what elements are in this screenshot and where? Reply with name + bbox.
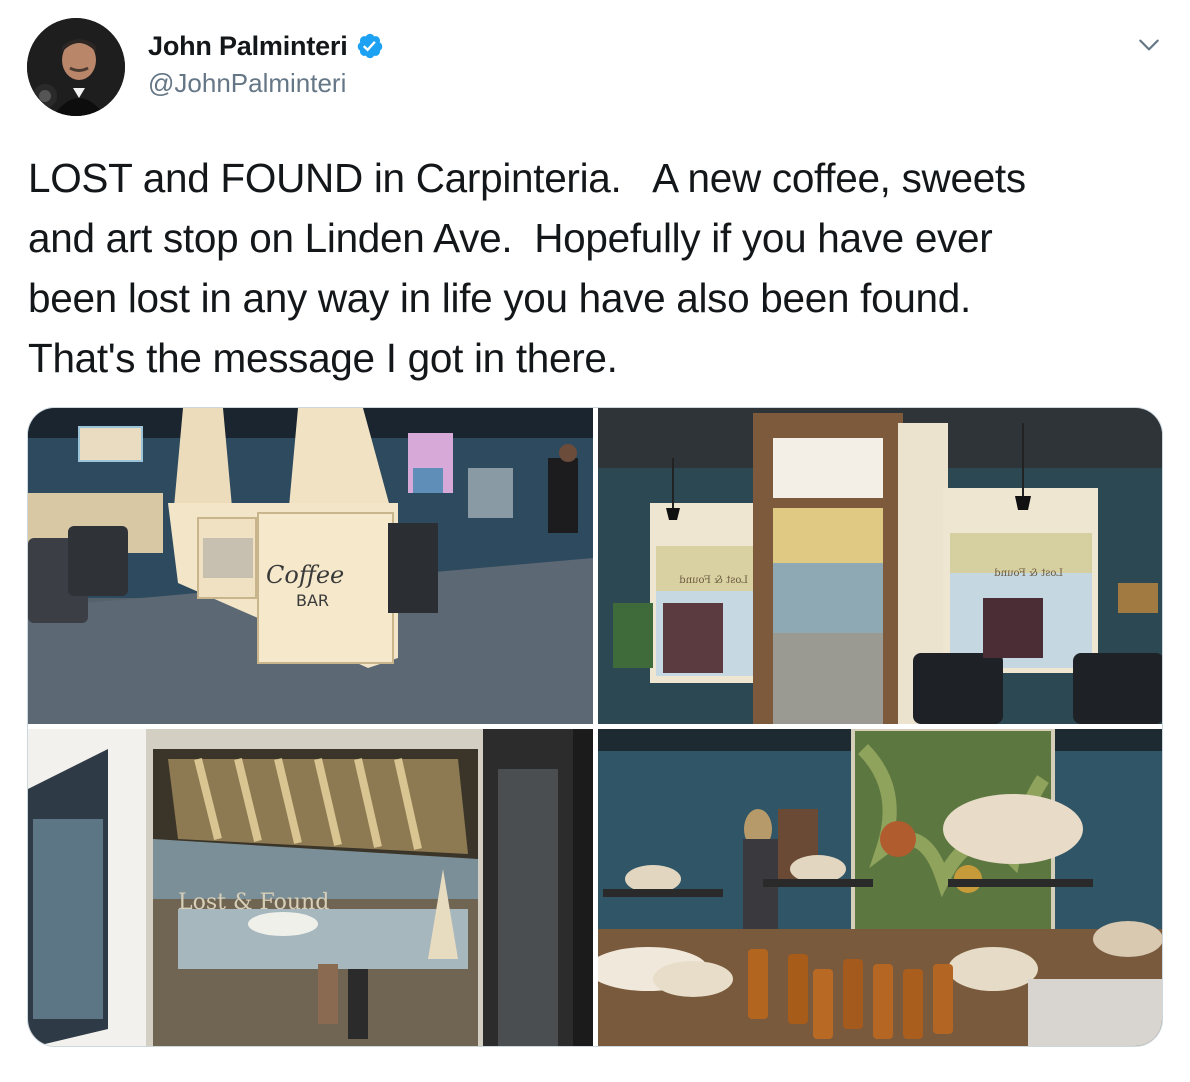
- chevron-down-icon[interactable]: [1132, 28, 1166, 62]
- author-block: John Palminteri @JohnPalminteri: [148, 28, 384, 99]
- coffee-sign-text: Coffee: [266, 561, 344, 589]
- tweet-text-line: That's the message I got in there.: [28, 335, 618, 381]
- window-text-right: Lost & Found: [994, 568, 1063, 579]
- media-grid: Coffee BAR Lost & Found Lost & Found Los…: [27, 407, 1163, 1047]
- author-handle[interactable]: @JohnPalminteri: [148, 68, 384, 99]
- storefront-window-text: Lost & Found: [178, 890, 329, 915]
- window-text-left: Lost & Found: [679, 575, 748, 586]
- tweet-text-line: and art stop on Linden Ave. Hopefully if…: [28, 215, 993, 261]
- author-display-name[interactable]: John Palminteri: [148, 31, 348, 62]
- photo-gallery-shells[interactable]: [598, 729, 1162, 1046]
- author-avatar[interactable]: [27, 18, 125, 116]
- photo-coffee-bar[interactable]: Coffee BAR: [28, 408, 593, 724]
- photo-storefront[interactable]: Lost & Found: [28, 729, 593, 1046]
- author-name-row: John Palminteri: [148, 28, 384, 64]
- photo-entrance-windows[interactable]: Lost & Found Lost & Found: [598, 408, 1162, 724]
- verified-badge-icon: [356, 32, 384, 60]
- tweet-text-line: LOST and FOUND in Carpinteria. A new cof…: [28, 155, 1026, 201]
- tweet-text-line: been lost in any way in life you have al…: [28, 275, 971, 321]
- coffee-sign-subtext: BAR: [296, 591, 329, 610]
- tweet-text: LOST and FOUND in Carpinteria. A new cof…: [28, 148, 1168, 388]
